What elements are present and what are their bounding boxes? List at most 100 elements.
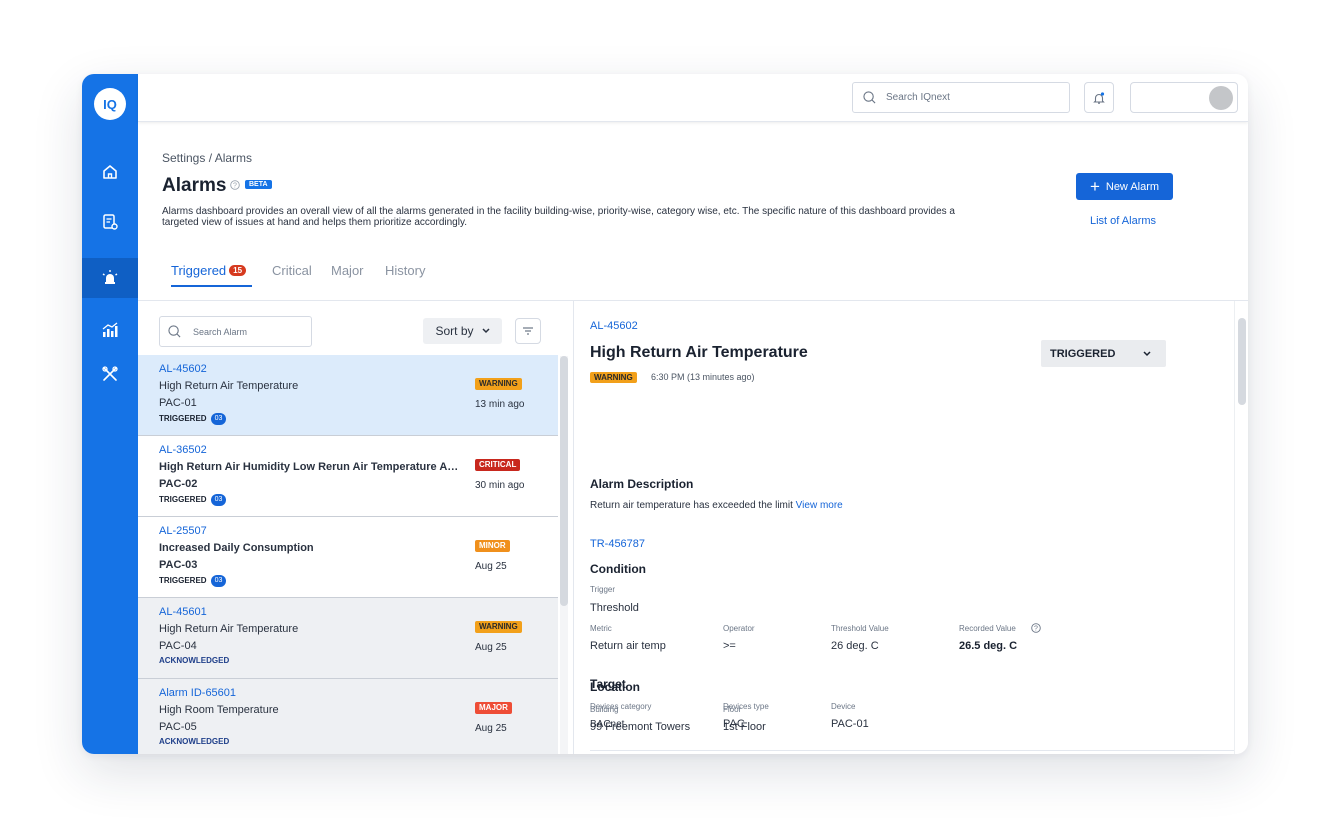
alarm-list-item[interactable]: Alarm ID-65601 High Room Temperature PAC… <box>138 679 558 754</box>
list-scrollbar-thumb[interactable] <box>560 356 568 606</box>
beta-badge: BETA <box>245 180 272 189</box>
svg-text:?: ? <box>233 183 237 190</box>
search-icon <box>168 325 181 338</box>
detail-scrollbar-thumb[interactable] <box>1238 318 1246 405</box>
new-alarm-button[interactable]: + New Alarm <box>1076 173 1173 200</box>
metric-label: Metric <box>590 624 612 633</box>
severity-badge: CRITICAL <box>475 459 521 471</box>
help-icon[interactable]: ? <box>1031 623 1041 633</box>
alarm-list-item[interactable]: AL-45602 High Return Air Temperature PAC… <box>138 355 558 436</box>
chevron-down-icon <box>481 328 490 334</box>
chevron-down-icon <box>1143 350 1151 356</box>
analytics-icon[interactable] <box>82 310 138 350</box>
building-label: Building <box>590 705 619 714</box>
alarm-time: 30 min ago <box>475 480 525 491</box>
operator-label: Operator <box>723 624 755 633</box>
user-menu[interactable] <box>1130 82 1238 113</box>
sidebar: IQ <box>82 74 138 754</box>
trigger-value: Threshold <box>590 602 639 614</box>
tab-history[interactable]: History <box>385 263 425 278</box>
tab-major[interactable]: Major <box>331 263 364 278</box>
help-icon[interactable]: ? <box>230 180 240 190</box>
floor-label: Floor <box>723 705 742 714</box>
alarm-detail-panel: AL-45602 High Return Air Temperature TRI… <box>574 301 1234 754</box>
alarm-status: TRIGGERED 03 <box>159 494 558 506</box>
tab-triggered[interactable]: Triggered 15 <box>171 263 247 278</box>
alarm-status: ACKNOWLEDGED <box>159 656 230 665</box>
active-tab-indicator <box>171 285 252 287</box>
trigger-rule-link[interactable]: TR-456787 <box>590 538 645 550</box>
triggered-count-badge: 15 <box>229 265 247 276</box>
operator-value: >= <box>723 640 736 652</box>
tools-icon[interactable] <box>82 354 138 394</box>
severity-badge: MAJOR <box>475 702 512 714</box>
severity-badge: WARNING <box>475 621 522 633</box>
alarm-id: AL-45602 <box>159 363 207 375</box>
detail-scrollbar[interactable] <box>1234 301 1248 754</box>
divider <box>590 750 1234 751</box>
plus-icon: + <box>1089 177 1100 196</box>
threshold-value: 26 deg. C <box>831 640 879 652</box>
detail-time: 6:30 PM (13 minutes ago) <box>651 372 755 382</box>
floor-value: 1st Floor <box>723 721 766 733</box>
device-value: PAC-01 <box>831 718 869 730</box>
alarm-list-item[interactable]: AL-45601 High Return Air Temperature PAC… <box>138 598 558 679</box>
top-bar: Search IQnext <box>138 74 1248 122</box>
alarm-time: Aug 25 <box>475 642 507 653</box>
search-icon <box>863 91 876 104</box>
tab-critical[interactable]: Critical <box>272 263 312 278</box>
list-of-alarms-link[interactable]: List of Alarms <box>1090 215 1156 227</box>
filter-button[interactable] <box>515 318 541 344</box>
device-label: Device <box>831 702 856 711</box>
severity-badge: WARNING <box>590 372 637 383</box>
alarm-list-item[interactable]: AL-25507 Increased Daily Consumption PAC… <box>138 517 558 598</box>
threshold-label: Threshold Value <box>831 624 889 633</box>
location-heading: Location <box>590 680 640 694</box>
alarm-title: High Return Air Humidity Low Rerun Air T… <box>159 461 459 473</box>
description-text: Return air temperature has exceeded the … <box>590 500 843 511</box>
app-logo[interactable]: IQ <box>94 88 126 120</box>
svg-text:?: ? <box>1034 626 1038 633</box>
count-badge: 03 <box>210 575 227 587</box>
alarm-id: AL-36502 <box>159 444 207 456</box>
severity-badge: WARNING <box>475 378 522 390</box>
metric-value: Return air temp <box>590 640 666 652</box>
page-title: Alarms <box>162 175 227 196</box>
app-window: IQ Search IQnext Settings / Alarms Alarm… <box>82 74 1248 754</box>
avatar[interactable] <box>1209 86 1233 110</box>
global-search-input[interactable]: Search IQnext <box>852 82 1070 113</box>
alarm-time: 13 min ago <box>475 399 525 410</box>
page-description: Alarms dashboard provides an overall vie… <box>162 206 955 228</box>
alarm-id: AL-45601 <box>159 606 207 618</box>
alarm-search-input[interactable]: Search Alarm <box>159 316 312 347</box>
list-scrollbar[interactable] <box>560 356 568 754</box>
view-more-link[interactable]: View more <box>796 500 843 511</box>
alarm-title: High Return Air Temperature <box>159 623 299 635</box>
description-heading: Alarm Description <box>590 477 694 491</box>
filter-icon <box>523 327 533 335</box>
home-icon[interactable] <box>82 152 138 192</box>
alarm-list-item[interactable]: AL-36502 High Return Air Humidity Low Re… <box>138 436 558 517</box>
breadcrumb[interactable]: Settings / Alarms <box>162 151 252 165</box>
recorded-label: Recorded Value <box>959 624 1016 633</box>
trigger-label: Trigger <box>590 585 616 594</box>
bell-icon <box>1093 91 1105 104</box>
notifications-button[interactable] <box>1084 82 1114 113</box>
sort-by-dropdown[interactable]: Sort by <box>423 318 502 344</box>
status-dropdown[interactable]: TRIGGERED <box>1041 340 1166 367</box>
alarm-list-panel: Search Alarm Sort by AL-45602 High Retur… <box>138 301 568 754</box>
alarm-status: TRIGGERED 03 <box>159 413 558 425</box>
alarm-title: Increased Daily Consumption <box>159 542 314 554</box>
alarm-title: High Room Temperature <box>159 704 279 716</box>
reports-settings-icon[interactable] <box>82 202 138 242</box>
alarm-id: Alarm ID-65601 <box>159 687 237 699</box>
alarm-status: TRIGGERED 03 <box>159 575 558 587</box>
condition-heading: Condition <box>590 562 646 576</box>
alarm-id: AL-25507 <box>159 525 207 537</box>
building-value: 99 Freemont Towers <box>590 721 691 733</box>
alarm-icon[interactable] <box>82 258 138 298</box>
alarm-time: Aug 25 <box>475 561 507 572</box>
detail-alarm-id: AL-45602 <box>590 320 638 332</box>
count-badge: 03 <box>210 494 227 506</box>
recorded-value: 26.5 deg. C <box>959 640 1018 652</box>
